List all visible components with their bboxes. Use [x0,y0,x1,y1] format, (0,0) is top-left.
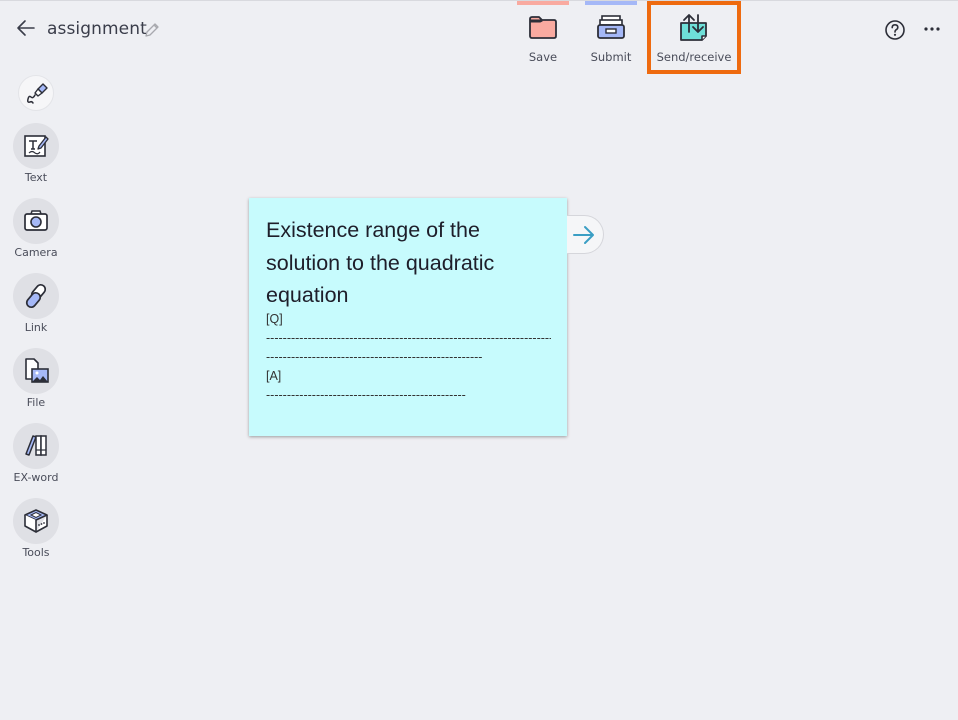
card-line: ----------------------------------------… [266,330,551,345]
exword-label: EX-word [13,471,59,484]
sidebar-item-link[interactable]: Link [13,273,59,334]
send-receive-icon [680,14,707,41]
save-accent-bar [517,1,569,5]
text-icon [24,135,49,157]
camera-circle [13,198,59,244]
send-receive-label: Send/receive [656,50,732,64]
card-connector-button[interactable] [567,215,604,254]
save-button[interactable]: Save [513,1,573,73]
link-circle [13,273,59,319]
submit-accent-bar [585,1,637,5]
more-button[interactable] [922,21,942,37]
card-line: ----------------------------------------… [266,349,483,364]
card-line: [A] [266,368,282,383]
folder-icon [529,16,557,39]
camera-icon [24,210,48,231]
inbox-tray-icon [597,15,625,39]
pencil-icon [145,23,159,37]
sidebar-item-exword[interactable]: EX-word [13,423,59,484]
sidebar-item-tools[interactable]: Tools [13,498,59,559]
sidebar-item-file[interactable]: File [13,348,59,409]
submit-button[interactable]: Submit [581,1,641,73]
file-label: File [26,396,46,409]
card-title: Existence range of the solution to the q… [266,218,495,307]
link-icon [25,283,47,309]
sidebar-item-camera[interactable]: Camera [13,198,59,259]
send-receive-button[interactable]: Send/receive [647,1,741,74]
note-card[interactable]: Existence range of the solution to the q… [249,198,567,436]
toolbox-icon [24,509,48,533]
pen-circle [18,75,54,111]
question-circle-icon [885,20,905,40]
card-line: [Q] [266,311,283,326]
tools-circle [13,498,59,544]
arrow-left-icon [17,20,35,36]
pen-icon [27,83,48,104]
file-image-icon [25,358,49,383]
document-title: assignment [47,19,147,39]
submit-label: Submit [590,50,632,64]
text-label: Text [24,171,48,184]
back-button[interactable] [14,17,38,39]
books-icon [25,435,47,456]
exword-circle [13,423,59,469]
arrow-right-icon [573,226,594,244]
help-button[interactable] [884,19,906,41]
card-line: ----------------------------------------… [266,387,466,402]
text-circle [13,123,59,169]
edit-title-button[interactable] [143,21,161,39]
link-label: Link [24,321,48,334]
camera-label: Camera [14,246,58,259]
more-horizontal-icon [924,27,940,31]
sidebar-item-pen[interactable] [13,75,59,111]
sidebar-item-text[interactable]: Text [13,123,59,184]
file-circle [13,348,59,394]
tools-label: Tools [22,546,50,559]
